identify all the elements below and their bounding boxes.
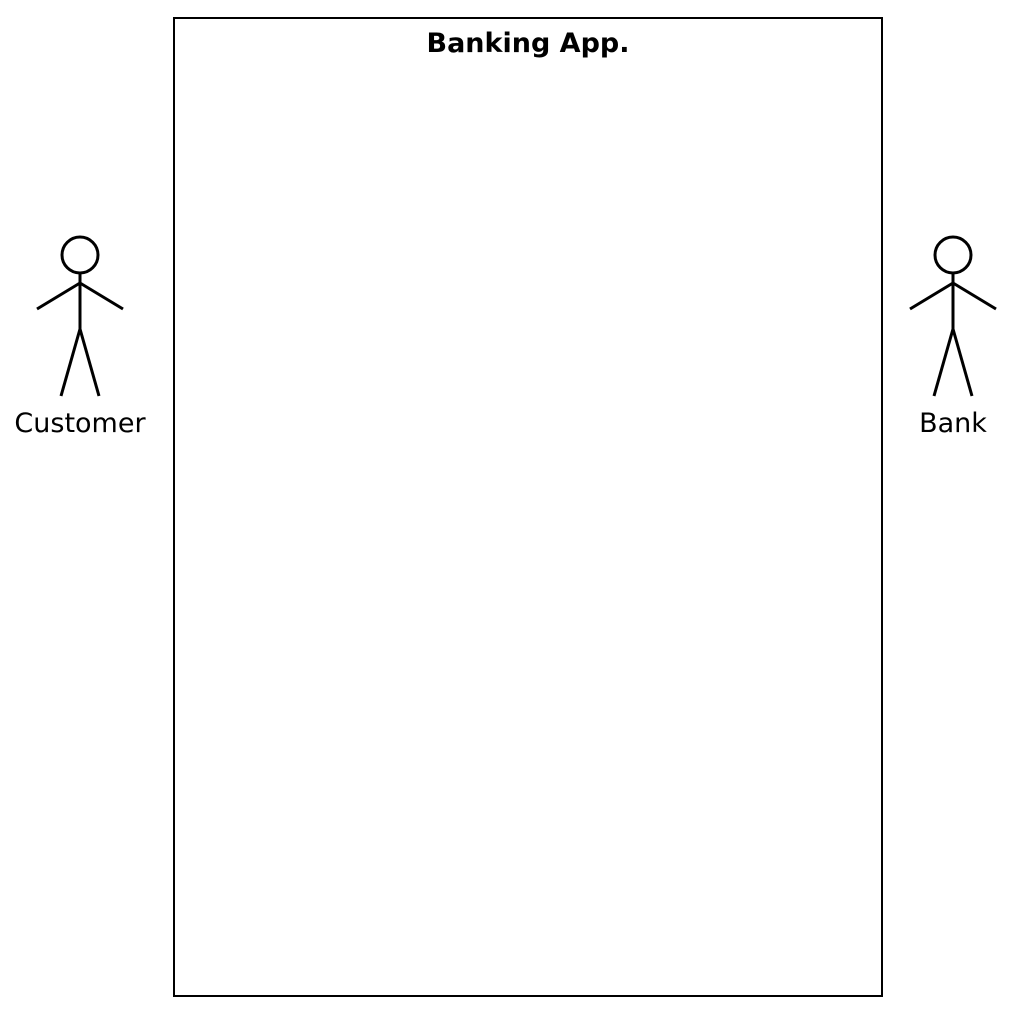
system-boundary: Banking App. bbox=[173, 17, 883, 997]
system-title: Banking App. bbox=[426, 28, 630, 59]
actor-label-bank: Bank bbox=[919, 408, 987, 439]
actor-customer: Customer bbox=[0, 234, 160, 440]
stick-figure-icon bbox=[909, 235, 997, 397]
stick-figure-icon bbox=[36, 235, 124, 397]
actor-label-customer: Customer bbox=[14, 408, 146, 439]
actor-bank: Bank bbox=[873, 234, 1020, 440]
